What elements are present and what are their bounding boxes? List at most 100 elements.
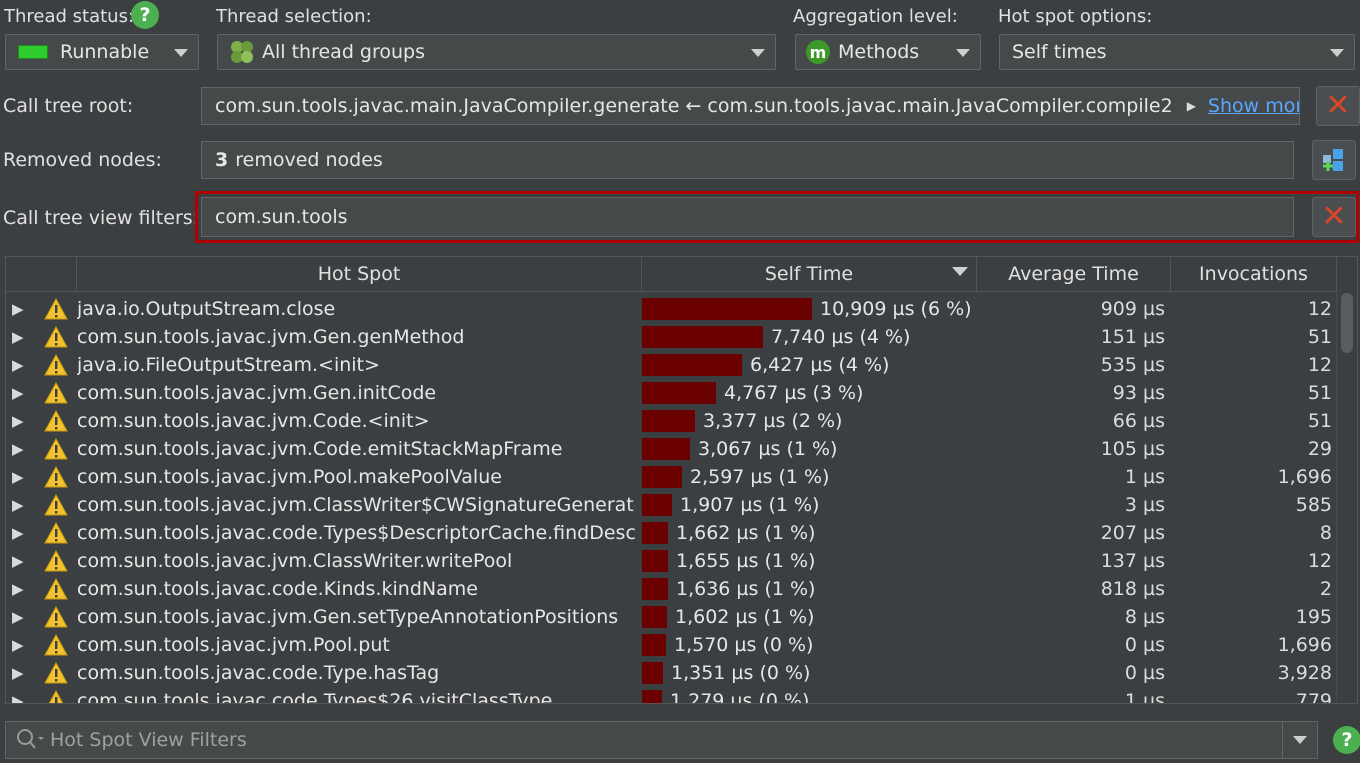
aggregation-level-select[interactable]: m Methods — [795, 34, 981, 70]
expand-arrow-icon[interactable]: ▶ — [12, 463, 32, 491]
hot-spot-options-select[interactable]: Self times — [999, 34, 1355, 70]
self-time-cell: 1,636 µs (1 %) — [642, 575, 977, 603]
table-row[interactable]: ▶ com.sun.tools.javac.jvm.Code.emitStackM… — [6, 435, 1337, 463]
table-row[interactable]: ▶ com.sun.tools.javac.jvm.Gen.genMethod 7,… — [6, 323, 1337, 351]
table-row[interactable]: ▶ com.sun.tools.javac.jvm.Gen.setTypeAnno… — [6, 603, 1337, 631]
column-self-time[interactable]: Self Time — [642, 257, 977, 291]
thread-selection-select[interactable]: All thread groups — [217, 34, 776, 70]
expand-arrow-icon[interactable]: ▶ — [12, 575, 32, 603]
warning-icon — [42, 295, 70, 323]
header-spacer — [6, 257, 77, 291]
column-hot-spot[interactable]: Hot Spot — [77, 257, 642, 291]
invocations-value: 51 — [1307, 410, 1332, 432]
table-row[interactable]: ▶ java.io.FileOutputStream.<init> 6,427 µs… — [6, 351, 1337, 379]
show-more-link[interactable]: Show more — [1208, 95, 1299, 117]
self-time-bar — [642, 634, 666, 656]
invocations-value: 12 — [1307, 354, 1332, 376]
sort-descending-icon — [952, 267, 968, 276]
expand-arrow-icon[interactable]: ▶ — [12, 519, 32, 547]
table-row[interactable]: ▶ com.sun.tools.javac.jvm.ClassWriter.wri… — [6, 547, 1337, 575]
self-time-value: 7,740 µs (4 %) — [771, 326, 911, 348]
hot-spot-name: com.sun.tools.javac.jvm.Code.<init> — [77, 410, 430, 432]
table-row[interactable]: ▶ com.sun.tools.javac.code.Kinds.kindName… — [6, 575, 1337, 603]
edit-removed-nodes-button[interactable] — [1312, 140, 1356, 180]
aggregation-level-label: Aggregation level: — [793, 6, 958, 27]
expand-arrow-icon[interactable]: ▶ — [12, 379, 32, 407]
hot-spot-name: com.sun.tools.javac.code.Types$Descripto… — [77, 522, 635, 544]
table-scrollbar[interactable] — [1336, 291, 1357, 703]
hot-spot-name: java.io.OutputStream.close — [77, 298, 336, 320]
filter-history-dropdown[interactable] — [1282, 722, 1317, 758]
self-time-cell: 4,767 µs (3 %) — [642, 379, 977, 407]
thread-status-value: Runnable — [60, 41, 150, 63]
chevron-down-icon — [174, 49, 188, 57]
hot-spot-view-filter-input[interactable]: Hot Spot View Filters — [5, 721, 1318, 759]
average-time-value: 93 µs — [1112, 382, 1165, 404]
chevron-down-icon — [1293, 736, 1307, 744]
removed-nodes-count: 3 — [215, 149, 229, 171]
table-row[interactable]: ▶ com.sun.tools.javac.jvm.Pool.makePoolVa… — [6, 463, 1337, 491]
table-row[interactable]: ▶ com.sun.tools.javac.jvm.Pool.put 1,570 µ… — [6, 631, 1337, 659]
warning-icon — [42, 631, 70, 659]
thread-status-help-icon[interactable]: ? — [131, 1, 159, 29]
invocations-value: 12 — [1307, 550, 1332, 572]
expand-arrow-icon[interactable]: ▶ — [12, 659, 32, 687]
expand-arrow-icon[interactable]: ▶ — [12, 491, 32, 519]
call-tree-view-filter-input[interactable]: com.sun.tools — [201, 197, 1294, 237]
table-row[interactable]: ▶ java.io.OutputStream.close 10,909 µs (6 … — [6, 295, 1337, 323]
invocations-value: 1,696 — [1277, 466, 1332, 488]
expand-arrow-icon[interactable]: ▶ — [12, 351, 32, 379]
table-row[interactable]: ▶ com.sun.tools.javac.jvm.ClassWriter$CWS… — [6, 491, 1337, 519]
invocations-value: 51 — [1307, 326, 1332, 348]
add-nodes-icon — [1323, 149, 1343, 171]
invocations-value: 585 — [1295, 494, 1332, 516]
thread-status-select[interactable]: Runnable — [5, 34, 199, 70]
self-time-cell: 10,909 µs (6 %) — [642, 295, 977, 323]
expand-arrow-icon[interactable]: ▶ — [12, 295, 32, 323]
table-row[interactable]: ▶ com.sun.tools.javac.jvm.Gen.initCode 4,7… — [6, 379, 1337, 407]
caret-right-icon: ▶ — [1186, 99, 1196, 113]
filter-help-icon[interactable]: ? — [1333, 726, 1360, 754]
scrollbar-thumb[interactable] — [1341, 293, 1353, 353]
average-time-value: 818 µs — [1100, 578, 1165, 600]
expand-arrow-icon[interactable]: ▶ — [12, 323, 32, 351]
table-row[interactable]: ▶ com.sun.tools.javac.code.Type.hasTag 1,3… — [6, 659, 1337, 687]
hot-spot-name: com.sun.tools.javac.code.Types$26.visitC… — [77, 690, 553, 704]
self-time-cell: 6,427 µs (4 %) — [642, 351, 977, 379]
call-tree-root-label: Call tree root: — [3, 95, 134, 117]
expand-arrow-icon[interactable]: ▶ — [12, 435, 32, 463]
hot-spot-view-filter-placeholder: Hot Spot View Filters — [50, 729, 247, 751]
hot-spot-name: com.sun.tools.javac.jvm.Code.emitStackMa… — [77, 438, 563, 460]
clear-call-tree-view-filter-button[interactable]: ✕ — [1312, 197, 1356, 237]
warning-icon — [42, 491, 70, 519]
warning-icon — [42, 659, 70, 687]
table-row[interactable]: ▶ com.sun.tools.javac.code.Types$Descript… — [6, 519, 1337, 547]
self-time-value: 1,655 µs (1 %) — [676, 550, 816, 572]
column-average-time[interactable]: Average Time — [977, 257, 1171, 291]
self-time-cell: 1,655 µs (1 %) — [642, 547, 977, 575]
self-time-cell: 7,740 µs (4 %) — [642, 323, 977, 351]
expand-arrow-icon[interactable]: ▶ — [12, 631, 32, 659]
expand-arrow-icon[interactable]: ▶ — [12, 407, 32, 435]
table-row[interactable]: ▶ com.sun.tools.javac.code.Types$26.visit… — [6, 687, 1337, 704]
average-time-value: 1 µs — [1124, 690, 1165, 704]
expand-arrow-icon[interactable]: ▶ — [12, 547, 32, 575]
invocations-value: 12 — [1307, 298, 1332, 320]
self-time-value: 10,909 µs (6 %) — [820, 298, 972, 320]
warning-icon — [42, 379, 70, 407]
self-time-cell: 1,351 µs (0 %) — [642, 659, 977, 687]
runnable-state-icon — [18, 45, 48, 59]
self-time-bar — [642, 606, 667, 628]
hot-spot-name: com.sun.tools.javac.jvm.Pool.put — [77, 634, 390, 656]
expand-arrow-icon[interactable]: ▶ — [12, 687, 32, 703]
warning-icon — [42, 435, 70, 463]
average-time-value: 3 µs — [1124, 494, 1165, 516]
column-invocations[interactable]: Invocations — [1171, 257, 1337, 291]
warning-icon — [42, 407, 70, 435]
table-row[interactable]: ▶ com.sun.tools.javac.jvm.Code.<init> 3,37… — [6, 407, 1337, 435]
warning-icon — [42, 323, 70, 351]
clear-call-tree-root-button[interactable]: ✕ — [1316, 86, 1360, 126]
invocations-value: 779 — [1295, 690, 1332, 704]
expand-arrow-icon[interactable]: ▶ — [12, 603, 32, 631]
self-time-cell: 1,907 µs (1 %) — [642, 491, 977, 519]
